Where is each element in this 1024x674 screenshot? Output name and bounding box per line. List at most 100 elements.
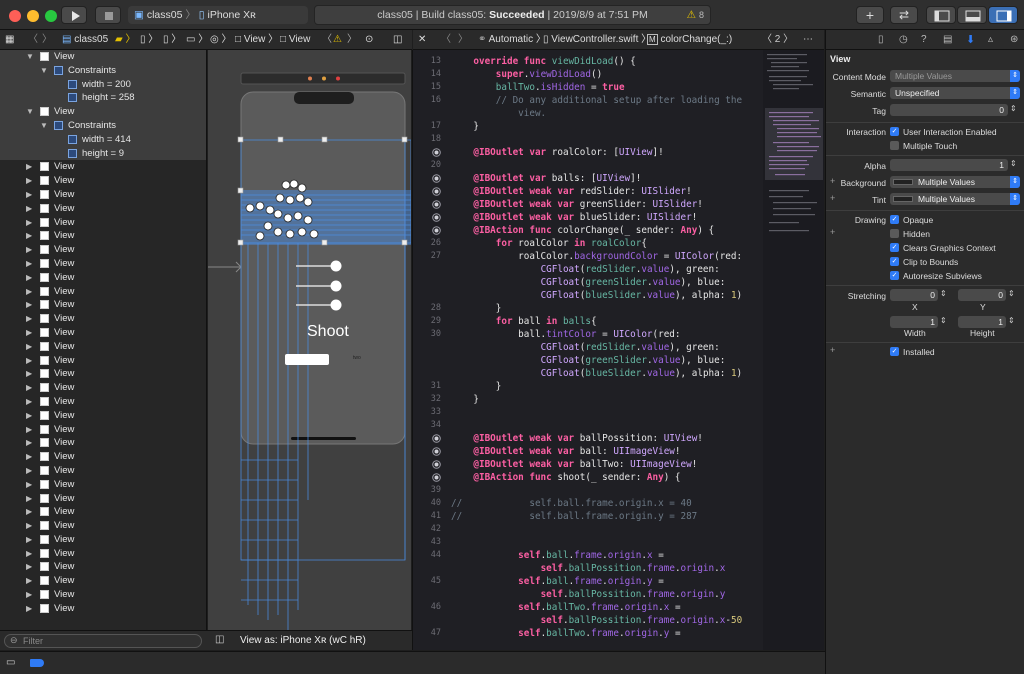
disclosure-closed-icon[interactable]: ▶ — [26, 271, 32, 285]
code-line[interactable]: override func viewDidLoad() { — [451, 55, 635, 68]
code-line[interactable]: @IBOutlet weak var redSlider: UISlider! — [451, 185, 691, 198]
prev-issue-icon[interactable]: 〈 — [322, 30, 332, 49]
disclosure-open-icon[interactable]: ▼ — [40, 119, 48, 133]
jump-project[interactable]: ▤ class05 — [62, 30, 108, 49]
code-line[interactable]: // Do any additional setup after loading… — [451, 94, 742, 107]
disclosure-closed-icon[interactable]: ▶ — [26, 533, 32, 547]
history-icon[interactable]: ◷ — [899, 34, 908, 45]
code-line[interactable]: self.ballTwo.frame.origin.y = — [451, 627, 680, 640]
close-editor-icon[interactable]: ✕ — [418, 30, 426, 49]
disclosure-closed-icon[interactable]: ▶ — [26, 202, 32, 216]
disclosure-closed-icon[interactable]: ▶ — [26, 243, 32, 257]
disclosure-closed-icon[interactable]: ▶ — [26, 450, 32, 464]
zoom-window-button[interactable] — [45, 10, 57, 22]
code-line[interactable]: @IBAction func shoot(_ sender: Any) { — [451, 471, 680, 484]
minimize-window-button[interactable] — [27, 10, 39, 22]
code-line[interactable]: CGFloat(greenSlider.value), blue: — [451, 354, 726, 367]
outline-row[interactable]: height = 258 — [0, 91, 206, 106]
code-line[interactable]: } — [451, 302, 502, 315]
outline-row[interactable]: width = 200 — [0, 77, 206, 92]
close-window-button[interactable] — [9, 10, 21, 22]
alpha-stepper-icon[interactable]: ⇕ — [1010, 159, 1017, 168]
outline-row[interactable]: ▶ View — [0, 202, 206, 216]
file-icon[interactable]: ▯ 〉 — [140, 30, 158, 49]
code-review-button[interactable]: ⇄ — [890, 6, 918, 24]
outline-row[interactable]: width = 414 — [0, 132, 206, 147]
code-line[interactable]: for roalColor in roalColor{ — [451, 237, 647, 250]
disclosure-closed-icon[interactable]: ▶ — [26, 298, 32, 312]
jump-method[interactable]: M colorChange(_:) — [647, 30, 732, 49]
interface-builder-canvas[interactable]: Shoot two — [208, 50, 411, 630]
outline-row[interactable]: ▶ View — [0, 574, 206, 588]
disclosure-closed-icon[interactable]: ▶ — [26, 367, 32, 381]
outline-row[interactable]: ▶ View — [0, 409, 206, 423]
outline-row[interactable]: ▶ View — [0, 547, 206, 561]
back-icon[interactable]: 〈 — [441, 30, 451, 49]
outlet-connection-icon[interactable] — [432, 211, 441, 224]
run-button[interactable] — [61, 6, 87, 24]
identity-icon[interactable]: ▤ — [943, 34, 952, 45]
disclosure-closed-icon[interactable]: ▶ — [26, 492, 32, 506]
code-line[interactable]: self.ballTwo.frame.origin.x = — [451, 601, 680, 614]
outline-row[interactable]: ▶ View — [0, 160, 206, 174]
device-config-button[interactable]: View as: iPhone Xʀ (wC hR) — [240, 635, 366, 646]
warning-badge[interactable]: ⚠ 8 — [687, 6, 704, 24]
disclosure-closed-icon[interactable]: ▶ — [26, 216, 32, 230]
clip-bounds-checkbox[interactable]: ✓ — [890, 257, 899, 266]
tint-color-popup[interactable]: Multiple Values ⇕ — [890, 193, 1020, 205]
outline-row[interactable]: ▶ View — [0, 395, 206, 409]
disclosure-closed-icon[interactable]: ▶ — [26, 312, 32, 326]
disclosure-closed-icon[interactable]: ▶ — [26, 257, 32, 271]
tag-stepper-icon[interactable]: ⇕ — [1010, 104, 1017, 113]
disclosure-closed-icon[interactable]: ▶ — [26, 505, 32, 519]
outlet-connection-icon[interactable] — [432, 471, 441, 484]
outline-row[interactable]: ▼ Constraints — [0, 63, 206, 78]
code-line[interactable]: self.ball.frame.origin.x = — [451, 549, 664, 562]
outline-row[interactable]: ▶ View — [0, 229, 206, 243]
breakpoints-icon[interactable] — [30, 659, 44, 667]
outline-row[interactable]: ▶ View — [0, 285, 206, 299]
code-line[interactable]: CGFloat(greenSlider.value), blue: — [451, 276, 726, 289]
outline-row[interactable]: ▶ View — [0, 560, 206, 574]
code-line[interactable]: @IBOutlet weak var blueSlider: UISlider! — [451, 211, 697, 224]
outline-row[interactable]: ▶ View — [0, 312, 206, 326]
outline-toggle-icon[interactable]: ◫ — [215, 634, 224, 645]
code-line[interactable]: @IBOutlet weak var ball: UIImageView! — [451, 445, 680, 458]
disclosure-closed-icon[interactable]: ▶ — [26, 409, 32, 423]
hidden-checkbox[interactable] — [890, 229, 899, 238]
code-line[interactable]: CGFloat(blueSlider.value), alpha: 1) — [451, 289, 743, 302]
file-inspector-icon[interactable]: ▯ — [878, 34, 884, 45]
code-line[interactable]: CGFloat(blueSlider.value), alpha: 1) — [451, 367, 743, 380]
attributes-icon[interactable]: ⬇ — [966, 33, 975, 46]
code-line[interactable]: super.viewDidLoad() — [451, 68, 602, 81]
tag-field[interactable]: 0 — [890, 104, 1008, 116]
code-line[interactable]: CGFloat(redSlider.value), green: — [451, 341, 720, 354]
forward-icon[interactable]: 〉 — [458, 30, 468, 49]
storyboard-icon[interactable]: ▯ 〉 — [163, 30, 181, 49]
code-line[interactable]: view. — [451, 107, 546, 120]
code-line[interactable]: CGFloat(redSlider.value), green: — [451, 263, 720, 276]
outline-row[interactable]: ▶ View — [0, 478, 206, 492]
help-icon[interactable]: ? — [921, 34, 927, 45]
code-line[interactable]: @IBOutlet var roalColor: [UIView]! — [451, 146, 663, 159]
outline-row[interactable]: ▶ View — [0, 326, 206, 340]
code-line[interactable]: for ball in balls{ — [451, 315, 597, 328]
disclosure-closed-icon[interactable]: ▶ — [26, 229, 32, 243]
background-color-popup[interactable]: Multiple Values ⇕ — [890, 176, 1020, 188]
disclosure-closed-icon[interactable]: ▶ — [26, 188, 32, 202]
split-editor-icon[interactable]: ◫ — [393, 30, 402, 49]
minimap[interactable] — [763, 50, 824, 650]
outline-row[interactable]: ▶ View — [0, 450, 206, 464]
code-line[interactable]: roalColor.backgroundColor = UIColor(red: — [451, 250, 742, 263]
source-code[interactable]: override func viewDidLoad() { super.view… — [451, 50, 763, 650]
outline-row[interactable]: ▶ View — [0, 271, 206, 285]
code-line[interactable]: @IBOutlet weak var ballPossition: UIView… — [451, 432, 703, 445]
clears-context-checkbox[interactable]: ✓ — [890, 243, 899, 252]
user-interaction-checkbox[interactable]: ✓ — [890, 127, 899, 136]
code-line[interactable]: @IBOutlet var balls: [UIView]! — [451, 172, 641, 185]
stretch-width-field[interactable]: 1 — [890, 316, 938, 328]
code-line[interactable]: @IBOutlet weak var ballTwo: UIImageView! — [451, 458, 697, 471]
hide-debug-icon[interactable]: ▭ — [6, 657, 15, 668]
outline-row[interactable]: ▶ View — [0, 505, 206, 519]
next-issue-icon[interactable]: 〉 — [347, 30, 357, 49]
